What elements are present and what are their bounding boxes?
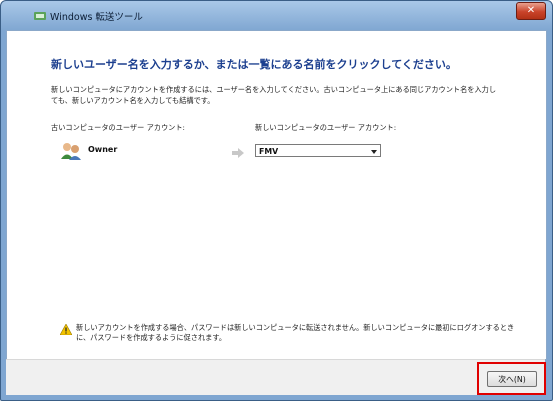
new-account-label: 新しいコンピュータのユーザー アカウント:	[255, 123, 397, 132]
old-account-label: 古いコンピュータのユーザー アカウント:	[51, 123, 185, 132]
warning-text: 新しいアカウントを作成する場合、パスワードは新しいコンピュータに転送されません。…	[76, 323, 515, 342]
page-title: 新しいユーザー名を入力するか、または一覧にある名前をクリックしてください。	[51, 58, 457, 71]
new-user-combobox[interactable]: FMV	[255, 144, 381, 157]
transfer-app-icon	[34, 12, 46, 20]
old-user-name: Owner	[88, 145, 118, 154]
close-button[interactable]: ✕	[516, 2, 546, 20]
title-bar[interactable]: Windows 転送ツール ✕	[1, 1, 552, 31]
window-title: Windows 転送ツール	[50, 12, 143, 23]
users-icon	[61, 143, 81, 160]
highlight-box	[477, 362, 546, 395]
right-arrow-icon	[232, 148, 244, 158]
chevron-down-icon[interactable]	[371, 150, 377, 154]
new-user-value: FMV	[259, 147, 279, 156]
instructions-text: 新しいコンピュータにアカウントを作成するには、ユーザー名を入力してください。古い…	[51, 85, 497, 105]
dialog-content	[6, 30, 547, 360]
footer-bar	[6, 359, 545, 395]
warning-icon	[60, 324, 72, 335]
